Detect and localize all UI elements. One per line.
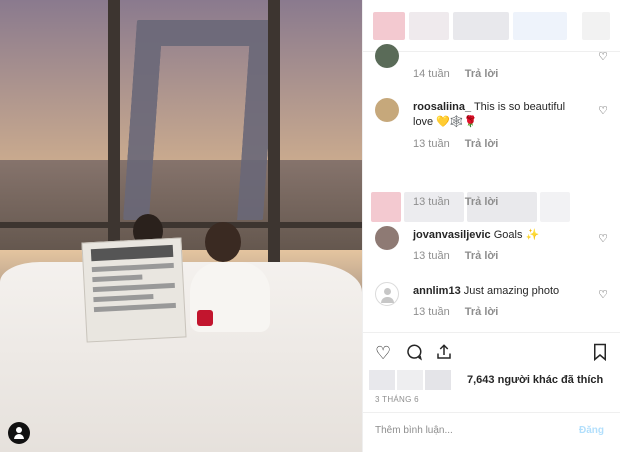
window-sill (0, 222, 362, 228)
blurred-follow (582, 11, 610, 40)
blurred-username (453, 11, 509, 40)
blurred-text (540, 192, 570, 222)
reply-button[interactable]: Trả lời (465, 68, 499, 80)
likes-row: 7,643 người khác đã thích (363, 370, 620, 392)
comment-input[interactable] (375, 425, 555, 436)
heart-icon[interactable]: ♡ (598, 50, 608, 63)
comment-username[interactable]: roosaliina_ (413, 101, 471, 113)
post-sidebar: 14 tuần Trả lời ♡ roosaliina_ This is so… (362, 0, 620, 452)
comment-text: annlim13 Just amazing photo (413, 284, 580, 299)
blurred-avatar (373, 11, 405, 40)
newspaper-masthead (90, 244, 174, 262)
comment-text: jovanvasiljevic Goals ✨ (413, 228, 580, 243)
newspaper-text (93, 302, 176, 313)
comment-meta: 14 tuần Trả lời (413, 68, 498, 80)
heart-icon[interactable]: ♡ (598, 288, 608, 301)
post-photo[interactable] (0, 0, 362, 452)
blurred-liker (369, 370, 395, 390)
blurred-username (409, 11, 449, 40)
likes-count-text[interactable]: 7,643 người khác đã thích (467, 374, 603, 386)
comment-text: roosaliina_ This is so beautiful love 💛🕸… (413, 100, 580, 130)
comment-icon[interactable] (405, 343, 423, 366)
comment-body: Just amazing photo (463, 285, 560, 297)
blurred-avatar (371, 192, 401, 222)
comment-time: 14 tuần (413, 68, 450, 80)
reply-button[interactable]: Trả lời (465, 250, 499, 262)
newspaper-text (92, 274, 143, 283)
heart-icon[interactable]: ♡ (598, 104, 608, 117)
bookmark-icon[interactable] (592, 343, 608, 366)
blurred-likers (369, 370, 451, 390)
comment-username[interactable]: annlim13 (413, 285, 461, 297)
post-date[interactable]: 3 THÁNG 6 (375, 395, 419, 404)
blurred-username (513, 11, 567, 40)
heart-icon[interactable]: ♡ (598, 232, 608, 245)
blurred-liker (425, 370, 451, 390)
comment-composer: Đăng (363, 412, 620, 452)
profile-icon[interactable] (8, 422, 30, 444)
reply-button[interactable]: Trả lời (465, 196, 499, 208)
comment-time: 13 tuần (413, 250, 450, 262)
comment-username[interactable]: jovanvasiljevic (413, 229, 491, 241)
default-avatar[interactable] (375, 282, 399, 306)
share-icon[interactable] (435, 343, 453, 366)
newspaper-text (92, 282, 175, 293)
newspaper (81, 237, 187, 343)
comment-meta: 13 tuần Trả lời (413, 250, 498, 262)
avatar[interactable] (375, 44, 399, 68)
heart-icon[interactable]: ♡ (375, 343, 391, 364)
likes-count: 7,643 (467, 374, 495, 386)
blurred-liker (397, 370, 423, 390)
post-header (363, 0, 620, 52)
comment-time: 13 tuần (413, 196, 450, 208)
action-bar: ♡ (363, 332, 620, 372)
woman-head (205, 222, 241, 262)
comment-time: 13 tuần (413, 306, 450, 318)
post-comment-button[interactable]: Đăng (579, 425, 604, 436)
comment-meta: 13 tuần Trả lời (413, 138, 498, 150)
reply-button[interactable]: Trả lời (465, 138, 499, 150)
comment-meta: 13 tuần Trả lời (413, 306, 498, 318)
cctv-tower (123, 20, 277, 220)
avatar[interactable] (375, 98, 399, 122)
newspaper-text (93, 293, 154, 303)
avatar[interactable] (375, 226, 399, 250)
comment-meta: 13 tuần Trả lời (413, 196, 498, 208)
likes-suffix: người khác đã thích (497, 374, 604, 386)
comment-body: Goals ✨ (493, 229, 540, 241)
reply-button[interactable]: Trả lời (465, 306, 499, 318)
newspaper-text (91, 262, 174, 273)
comment-time: 13 tuần (413, 138, 450, 150)
red-mug (197, 310, 213, 326)
